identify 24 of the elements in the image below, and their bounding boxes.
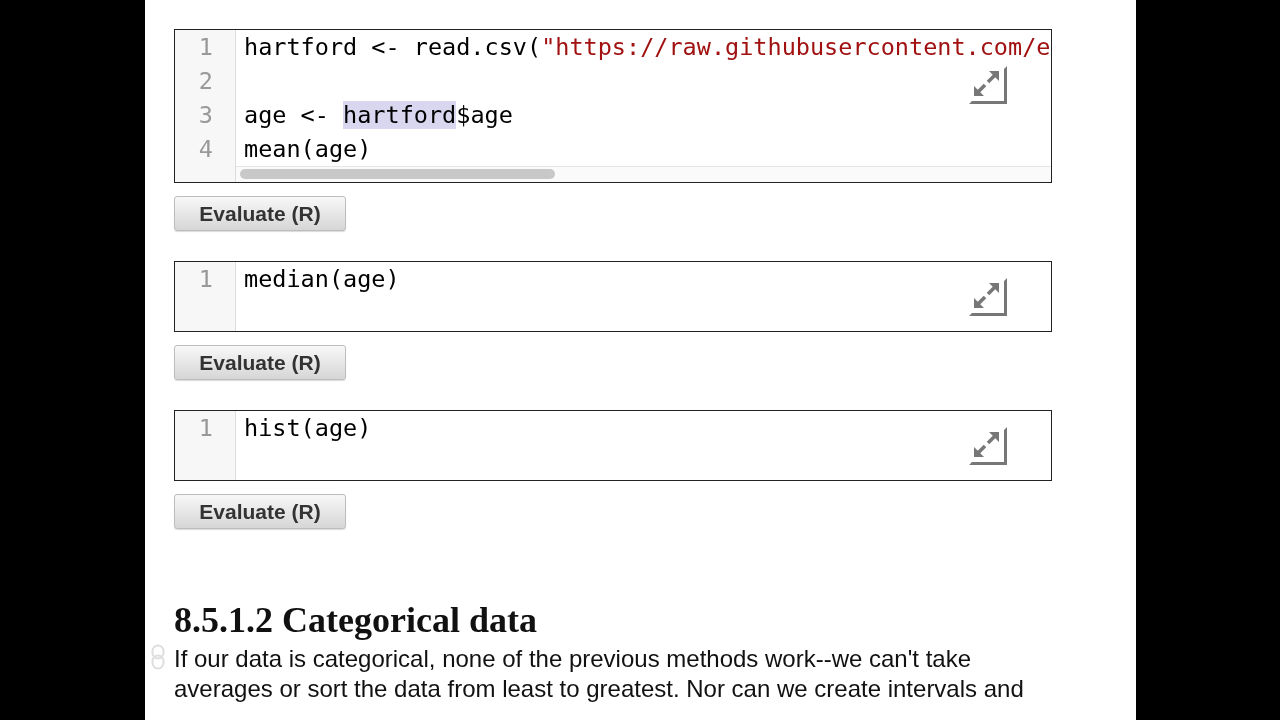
code-line: mean(age) (244, 135, 372, 163)
evaluate-button[interactable]: Evaluate (R) (174, 345, 346, 380)
code-line: age <- hartford$age (244, 101, 513, 129)
code-line: hist(age) (244, 414, 372, 442)
code-line: median(age) (244, 265, 400, 293)
evaluate-button[interactable]: Evaluate (R) (174, 196, 346, 231)
line-number: 3 (197, 100, 214, 131)
paragraph: If our data is categorical, none of the previous methods work--we can't take averages or sort the data from least to greatest. Nor can we create intervals and (174, 644, 1025, 704)
line-number: 1 (197, 413, 214, 444)
line-number: 1 (197, 32, 214, 63)
expand-icon[interactable] (969, 427, 1007, 465)
horizontal-scrollbar[interactable] (236, 166, 1051, 182)
code-editor[interactable]: 1 median(age) (174, 261, 1052, 332)
scrollbar-thumb[interactable] (240, 169, 555, 179)
line-number: 1 (197, 264, 214, 295)
code-editor[interactable]: 1 2 3 4 hartford <- read.csv("https://raw.githubusercontent.com/e age <- hartford$age mean(age) (174, 29, 1052, 183)
evaluate-button[interactable]: Evaluate (R) (174, 494, 346, 529)
code-line: hartford <- read.csv("https://raw.githubusercontent.com/e (244, 33, 1051, 61)
section-heading: 8.5.1.2 Categorical data (174, 599, 538, 642)
line-number: 4 (197, 134, 214, 165)
expand-icon[interactable] (969, 66, 1007, 104)
expand-icon[interactable] (969, 278, 1007, 316)
line-number: 2 (197, 66, 214, 97)
code-editor[interactable]: 1 hist(age) (174, 410, 1052, 481)
